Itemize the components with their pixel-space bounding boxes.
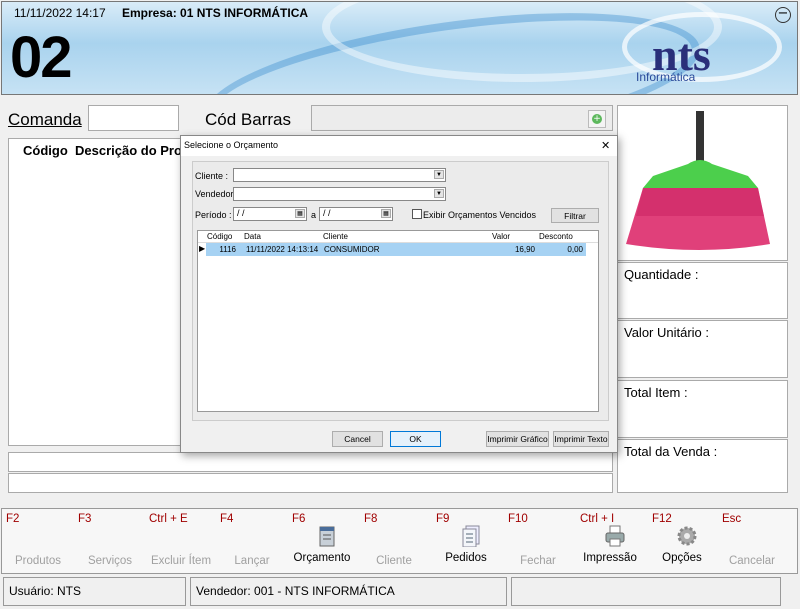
- toolbar-button-pedidos[interactable]: Pedidos: [431, 552, 501, 564]
- shortcut-key: Esc: [722, 513, 742, 525]
- toolbar-button-or-amento[interactable]: Orçamento: [287, 552, 357, 564]
- periodo-sep: a: [311, 210, 317, 220]
- cliente-label: Cliente :: [195, 171, 229, 181]
- gear-icon: [677, 526, 697, 546]
- vencidos-checkbox[interactable]: [412, 209, 422, 219]
- quantidade-field: Quantidade :: [617, 262, 788, 319]
- periodo-to-input[interactable]: / / ▦: [319, 207, 393, 221]
- list-icon: [462, 525, 480, 547]
- product-image: [617, 105, 788, 261]
- vendedor-combo[interactable]: ▼: [233, 187, 446, 201]
- total-venda-field: Total da Venda :: [617, 439, 788, 493]
- periodo-from-value: / /: [237, 208, 245, 218]
- toolbar-button-fechar[interactable]: Fechar: [503, 555, 573, 567]
- document-icon: [319, 526, 335, 547]
- col-header: Data: [244, 232, 261, 241]
- table-row[interactable]: ▶ 1116 11/11/2022 14:13:14 CONSUMIDOR 16…: [198, 243, 586, 256]
- minimize-icon[interactable]: −: [775, 7, 791, 23]
- logo-subtitle: Informática: [636, 70, 696, 84]
- barcode-input[interactable]: [311, 105, 613, 131]
- toolbar-button-cancelar[interactable]: Cancelar: [717, 555, 787, 567]
- printer-icon: [605, 525, 625, 547]
- toolbar-button-impress-o[interactable]: Impressão: [575, 552, 645, 564]
- comanda-input[interactable]: [88, 105, 179, 131]
- cliente-combo[interactable]: ▼: [233, 168, 446, 182]
- imprimir-texto-button[interactable]: Imprimir Texto: [553, 431, 609, 447]
- grid-header: Código Data Cliente Valor Desconto: [198, 231, 598, 243]
- barcode-label: Cód Barras: [205, 110, 291, 129]
- vencidos-label: Exibir Orçamentos Vencidos: [423, 210, 537, 220]
- toolbar-button-servi-os[interactable]: Serviços: [75, 555, 145, 567]
- periodo-from-input[interactable]: / / ▦: [233, 207, 307, 221]
- status-extra: [511, 577, 781, 606]
- info-bar-2: [8, 473, 613, 493]
- toolbar-button-op-es[interactable]: Opções: [647, 552, 717, 564]
- col-header: Cliente: [323, 232, 348, 241]
- shortcut-key: F6: [292, 513, 306, 525]
- budget-grid[interactable]: Código Data Cliente Valor Desconto ▶ 111…: [197, 230, 599, 412]
- shortcut-key: F12: [652, 513, 672, 525]
- shortcut-key: F4: [220, 513, 234, 525]
- calendar-icon[interactable]: ▦: [381, 209, 391, 218]
- col-codigo: Código: [23, 143, 68, 158]
- cell-valor: 16,90: [514, 245, 535, 254]
- shortcut-key: F3: [78, 513, 92, 525]
- toolbar-button-lan-ar[interactable]: Lançar: [217, 555, 287, 567]
- total-item-field: Total Item :: [617, 380, 788, 438]
- status-usuario: Usuário: NTS: [3, 577, 186, 606]
- periodo-to-value: / /: [323, 208, 331, 218]
- col-header: Desconto: [539, 232, 573, 241]
- add-button[interactable]: +: [588, 110, 606, 128]
- chevron-down-icon[interactable]: ▼: [434, 170, 444, 179]
- cell-codigo: 1116: [219, 245, 236, 254]
- status-vendedor: Vendedor: 001 - NTS INFORMÁTICA: [190, 577, 507, 606]
- datetime: 11/11/2022 14:17: [14, 6, 106, 20]
- filtrar-button[interactable]: Filtrar: [551, 208, 599, 223]
- cell-desconto: 0,00: [567, 245, 583, 254]
- cell-data: 11/11/2022 14:13:14: [246, 245, 319, 254]
- header-banner: 11/11/2022 14:17 Empresa: 01 NTS INFORMÁ…: [1, 1, 798, 95]
- dialog-title: Selecione o Orçamento: [184, 140, 279, 150]
- select-budget-dialog: Selecione o Orçamento ✕ Cliente : ▼ Vend…: [180, 135, 618, 453]
- cancel-button[interactable]: Cancel: [332, 431, 383, 447]
- comanda-label: Comanda: [8, 110, 82, 129]
- imprimir-grafico-button[interactable]: Imprimir Gráfico: [486, 431, 549, 447]
- ok-button[interactable]: OK: [390, 431, 441, 447]
- toolbar-button-excluir-tem[interactable]: Excluir Ítem: [146, 555, 216, 567]
- valor-unitario-field: Valor Unitário :: [617, 320, 788, 378]
- terminal-number: 02: [10, 25, 72, 90]
- vendedor-label: Vendedor:: [195, 189, 237, 199]
- company-name: Empresa: 01 NTS INFORMÁTICA: [122, 6, 309, 20]
- broom-image: [626, 111, 770, 250]
- close-icon[interactable]: ✕: [601, 139, 610, 152]
- shortcut-key: Ctrl + E: [149, 513, 188, 525]
- shortcut-key: F9: [436, 513, 450, 525]
- shortcut-key: F2: [6, 513, 20, 525]
- periodo-label: Período :: [195, 210, 232, 220]
- row-indicator-icon: ▶: [199, 244, 206, 253]
- shortcut-key: F8: [364, 513, 378, 525]
- shortcut-key: Ctrl + I: [580, 513, 615, 525]
- calendar-icon[interactable]: ▦: [295, 209, 305, 218]
- dialog-titlebar: Selecione o Orçamento: [181, 136, 617, 156]
- cell-cliente: CONSUMIDOR: [324, 245, 380, 254]
- chevron-down-icon[interactable]: ▼: [434, 189, 444, 198]
- plus-icon: +: [592, 114, 602, 124]
- col-header: Código: [207, 232, 233, 241]
- toolbar-button-cliente[interactable]: Cliente: [359, 555, 429, 567]
- col-descricao: Descrição do Pro: [75, 143, 182, 158]
- info-bar-1: [8, 452, 613, 472]
- toolbar-button-produtos[interactable]: Produtos: [3, 555, 73, 567]
- shortcut-key: F10: [508, 513, 528, 525]
- col-header: Valor: [492, 232, 511, 241]
